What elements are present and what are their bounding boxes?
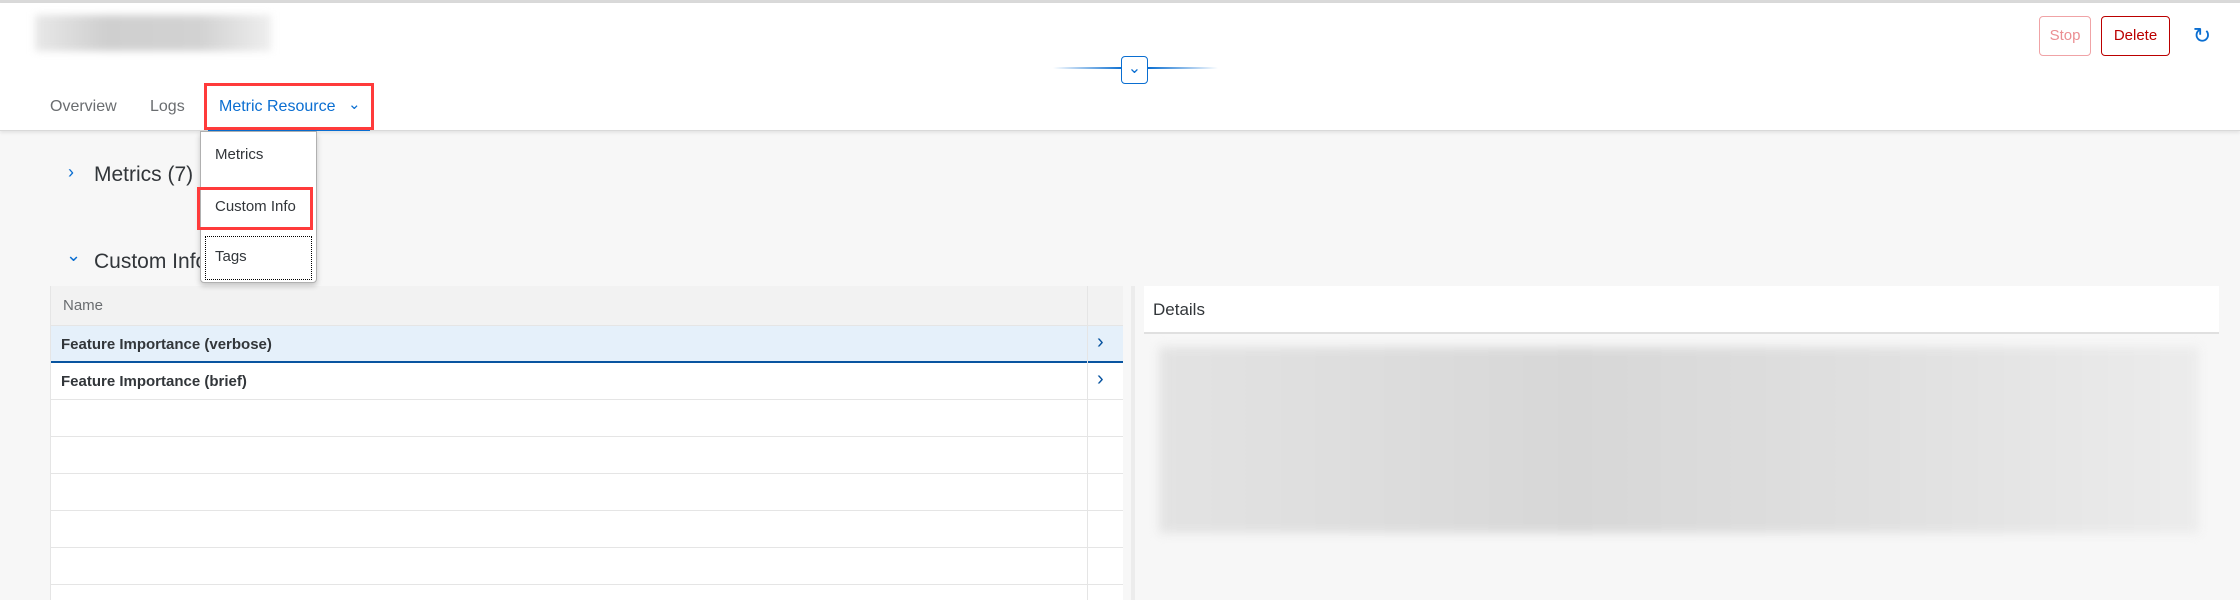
menu-item-metrics[interactable]: Metrics: [215, 146, 263, 163]
stop-button[interactable]: Stop: [2039, 16, 2091, 56]
empty-row: [51, 437, 1123, 474]
collapse-header-button[interactable]: ⌄: [1121, 56, 1148, 84]
section-custom-info[interactable]: Custom Info: [94, 250, 207, 274]
chevron-right-icon[interactable]: ›: [68, 162, 74, 183]
menu-item-tags[interactable]: Tags: [215, 248, 247, 265]
collapse-line-left: [1053, 67, 1123, 69]
table-row[interactable]: Feature Importance (brief) ›: [51, 363, 1123, 400]
row-name: Feature Importance (brief): [61, 373, 247, 390]
column-separator: [1087, 286, 1088, 600]
table-row[interactable]: Feature Importance (verbose) ›: [51, 326, 1123, 363]
empty-row: [51, 474, 1123, 511]
tab-logs[interactable]: Logs: [150, 98, 185, 116]
chevron-down-icon[interactable]: ⌄: [66, 245, 81, 266]
row-name: Feature Importance (verbose): [61, 336, 272, 353]
redacted-title: [35, 15, 271, 51]
chevron-right-icon[interactable]: ›: [1097, 368, 1104, 391]
redacted-details-content: [1159, 347, 2199, 533]
tab-overview[interactable]: Overview: [50, 98, 117, 116]
empty-row: [51, 400, 1123, 437]
details-title: Details: [1153, 300, 1205, 319]
chevron-right-icon[interactable]: ›: [1097, 331, 1104, 354]
empty-row: [51, 511, 1123, 548]
custom-info-table: Name Feature Importance (verbose) › Featu…: [50, 286, 1123, 600]
section-metrics[interactable]: Metrics (7): [94, 163, 193, 187]
chevron-down-icon: ⌄: [1127, 60, 1142, 77]
splitter-handle[interactable]: [1131, 286, 1135, 600]
collapse-line-right: [1148, 67, 1218, 69]
table-header: Name: [51, 286, 1123, 326]
delete-button[interactable]: Delete: [2101, 16, 2170, 56]
details-panel-header: Details: [1144, 286, 2219, 334]
column-name: Name: [63, 297, 104, 314]
refresh-icon[interactable]: ↻: [2190, 23, 2214, 51]
highlight-box-custom-info: [197, 187, 313, 230]
empty-row: [51, 548, 1123, 585]
highlight-box-tab: [204, 83, 374, 130]
